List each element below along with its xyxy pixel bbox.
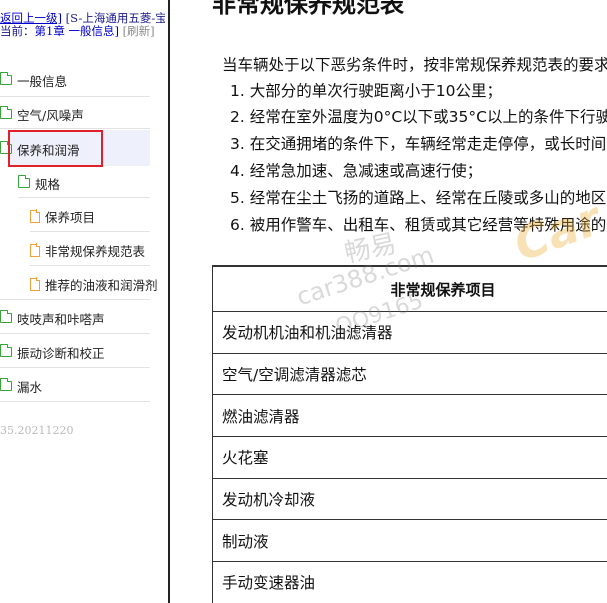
pane-divider[interactable] — [168, 0, 170, 603]
sidebar: 返回上一级] [S-上海通用五菱-宝骏RM-5-2019-2020] 当前：第1… — [0, 0, 165, 603]
divider — [0, 367, 150, 368]
divider — [0, 333, 150, 334]
tree-item-label: 规格 — [35, 176, 61, 192]
table-header: 非常规保养项目 — [213, 267, 607, 312]
current-prefix: 当前： — [0, 24, 35, 38]
folder-icon — [0, 344, 12, 357]
tree-item-maintenance-items[interactable]: 保养项目 — [30, 205, 95, 227]
tree-item-water-leaks[interactable]: 漏水 — [0, 375, 42, 397]
tree-item-label: 保养项目 — [45, 209, 96, 225]
divider — [0, 96, 150, 97]
tree-item-general-info[interactable]: 一般信息 — [0, 69, 67, 91]
tree-item-label: 漏水 — [17, 379, 43, 395]
tree-item-vibration-diagnosis[interactable]: 振动诊断和校正 — [0, 341, 105, 363]
document-icon — [30, 243, 41, 257]
tree-item-label: 非常规保养规范表 — [45, 243, 146, 259]
folder-icon — [17, 175, 30, 188]
current-chapter-link[interactable]: 第1章 一般信息] — [35, 24, 119, 38]
refresh-link[interactable]: [刷新] — [123, 24, 155, 38]
table-row: 手动变速器油 — [213, 562, 607, 603]
tree-item-specifications[interactable]: 规格 — [17, 172, 61, 194]
breadcrumb: 返回上一级] [S-上海通用五菱-宝骏RM-5-2019-2020] 当前：第1… — [0, 12, 165, 38]
intro-text: 当车辆处于以下恶劣条件时，按非常规保养规范表的要求 — [222, 56, 607, 74]
table-row: 燃油滤清器 — [213, 395, 607, 438]
version-label: 35.20211220 — [0, 424, 74, 437]
tree-item-label: 振动诊断和校正 — [17, 345, 105, 361]
page-title: 非常规保养规范表 — [212, 0, 404, 18]
divider — [30, 265, 150, 266]
tree-item-special-maintenance-schedule[interactable]: 非常规保养规范表 — [30, 239, 145, 261]
tree-item-label: 一般信息 — [17, 73, 68, 89]
folder-icon — [0, 378, 12, 391]
tree-item-squeaks-rattles[interactable]: 吱吱声和咔嗒声 — [0, 307, 105, 329]
maintenance-table: 非常规保养项目 发动机机油和机油滤清器 空气/空调滤清器滤芯 燃油滤清器 火花塞… — [212, 265, 607, 603]
tree-item-label: 空气/风噪声 — [17, 107, 84, 123]
table-row: 发动机机油和机油滤清器 — [213, 312, 607, 354]
condition-item: 6. 被用作警车、出租车、租赁或其它经营等特殊用途的 — [230, 216, 607, 234]
table-row: 发动机冷却液 — [213, 479, 607, 521]
tree-item-recommended-fluids[interactable]: 推荐的油液和润滑剂 — [30, 273, 158, 295]
highlight-box — [8, 130, 103, 167]
divider — [0, 299, 150, 300]
tree-item-air-wind-noise[interactable]: 空气/风噪声 — [0, 103, 84, 125]
table-row: 火花塞 — [213, 437, 607, 479]
folder-icon — [0, 72, 12, 85]
folder-icon — [0, 106, 12, 119]
divider — [0, 401, 150, 402]
table-row: 空气/空调滤清器滤芯 — [213, 354, 607, 396]
divider — [18, 197, 150, 198]
table-row: 制动液 — [213, 520, 607, 563]
condition-item: 4. 经常急加速、急减速或高速行使； — [230, 162, 483, 180]
content-pane: 非常规保养规范表 当车辆处于以下恶劣条件时，按非常规保养规范表的要求 1. 大部… — [172, 0, 607, 603]
condition-item: 1. 大部分的单次行驶距离小于10公里； — [230, 82, 502, 100]
document-icon — [30, 277, 41, 291]
condition-item: 5. 经常在尘土飞扬的道路上、经常在丘陵或多山的地区 — [230, 189, 607, 207]
tree-item-label: 吱吱声和咔嗒声 — [17, 311, 105, 327]
folder-icon — [0, 310, 12, 323]
divider — [30, 231, 150, 232]
document-icon — [30, 209, 41, 223]
condition-item: 2. 经常在室外温度为0°C以下或35°C以上的条件下行驶 — [230, 108, 607, 126]
tree-item-label: 推荐的油液和润滑剂 — [45, 277, 158, 293]
divider — [0, 128, 150, 129]
condition-item: 3. 在交通拥堵的条件下，车辆经常走走停停，或长时间 — [230, 135, 607, 153]
